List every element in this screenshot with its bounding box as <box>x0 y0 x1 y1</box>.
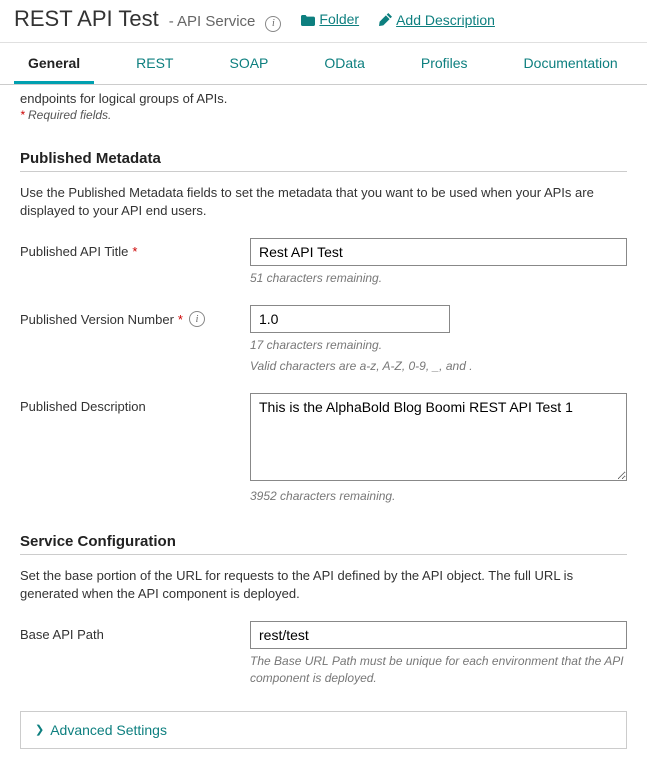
service-configuration-desc: Set the base portion of the URL for requ… <box>20 567 627 603</box>
tab-soap[interactable]: SOAP <box>215 43 282 84</box>
service-configuration-heading: Service Configuration <box>20 533 627 555</box>
folder-link-label: Folder <box>319 11 359 27</box>
folder-link[interactable]: Folder <box>301 11 359 27</box>
base-api-path-input[interactable] <box>250 621 627 649</box>
published-description-textarea[interactable]: This is the AlphaBold Blog Boomi REST AP… <box>250 393 627 481</box>
published-metadata-section: Published Metadata Use the Published Met… <box>20 150 627 505</box>
published-api-title-input[interactable] <box>250 238 627 266</box>
published-api-title-label: Published API Title* <box>20 238 250 259</box>
chevron-right-icon: ❯ <box>35 723 44 736</box>
folder-icon <box>301 13 315 24</box>
base-api-path-label: Base API Path <box>20 621 250 642</box>
required-fields-text: Required fields. <box>28 108 111 122</box>
published-api-title-helper: 51 characters remaining. <box>250 270 627 287</box>
required-asterisk: * <box>20 108 25 122</box>
published-metadata-heading: Published Metadata <box>20 150 627 172</box>
published-description-helper: 3952 characters remaining. <box>250 488 627 505</box>
page-subtitle: - API Service <box>169 13 256 30</box>
base-api-path-helper: The Base URL Path must be unique for eac… <box>250 653 627 687</box>
published-version-input[interactable] <box>250 305 450 333</box>
tab-documentation[interactable]: Documentation <box>510 43 632 84</box>
published-version-label: Published Version Number* i <box>20 305 250 327</box>
advanced-settings-toggle[interactable]: ❯ Advanced Settings <box>20 711 627 749</box>
intro-note: endpoints for logical groups of APIs. <box>20 91 627 106</box>
required-fields-note: * Required fields. <box>20 108 627 122</box>
add-description-label: Add Description <box>396 12 495 28</box>
published-version-helper-1: 17 characters remaining. <box>250 337 627 354</box>
tab-bar: General REST SOAP OData Profiles Documen… <box>0 43 647 85</box>
published-metadata-desc: Use the Published Metadata fields to set… <box>20 184 627 220</box>
tab-profiles[interactable]: Profiles <box>407 43 482 84</box>
published-version-helper-2: Valid characters are a-z, A-Z, 0-9, _, a… <box>250 358 627 375</box>
advanced-settings-label: Advanced Settings <box>50 722 167 738</box>
tab-general[interactable]: General <box>14 43 94 84</box>
tab-odata[interactable]: OData <box>310 43 378 84</box>
pencil-icon <box>379 13 392 26</box>
page-title: REST API Test <box>14 6 159 32</box>
service-configuration-section: Service Configuration Set the base porti… <box>20 533 627 687</box>
add-description-link[interactable]: Add Description <box>379 12 495 28</box>
page-header: REST API Test - API Service i Folder Add… <box>0 0 647 43</box>
published-description-label: Published Description <box>20 393 250 414</box>
tab-rest[interactable]: REST <box>122 43 187 84</box>
info-icon[interactable]: i <box>265 16 281 32</box>
info-icon[interactable]: i <box>189 311 205 327</box>
